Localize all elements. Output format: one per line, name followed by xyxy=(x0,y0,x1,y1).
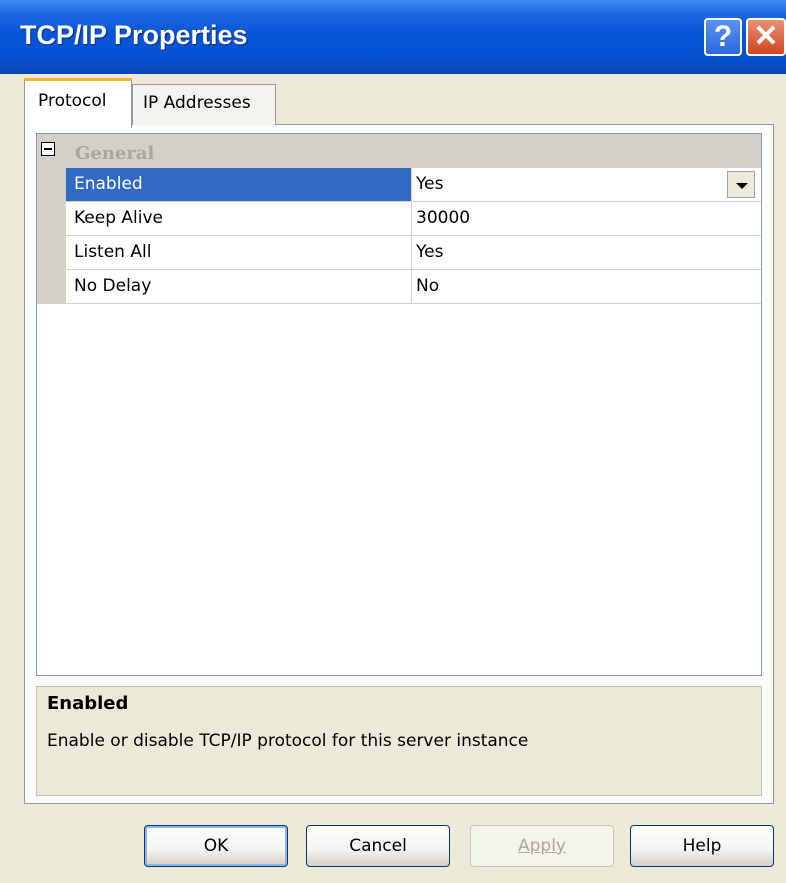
property-name: Keep Alive xyxy=(66,202,412,235)
category-label: General xyxy=(75,143,155,164)
ok-button[interactable]: OK xyxy=(144,825,288,867)
grid-gutter xyxy=(37,168,66,304)
property-name: No Delay xyxy=(66,270,412,303)
property-value-dropdown[interactable]: Yes xyxy=(413,168,761,201)
property-value: Yes xyxy=(416,174,444,194)
property-row-no-delay[interactable]: No Delay No xyxy=(66,270,761,304)
cancel-button[interactable]: Cancel xyxy=(306,825,450,867)
description-text: Enable or disable TCP/IP protocol for th… xyxy=(47,731,529,751)
help-question-icon[interactable]: ? xyxy=(704,18,742,56)
category-row-general[interactable]: General xyxy=(37,134,761,168)
close-icon[interactable]: ✕ xyxy=(746,18,786,56)
help-button[interactable]: Help xyxy=(630,825,774,867)
window-title: TCP/IP Properties xyxy=(20,20,248,50)
property-row-keep-alive[interactable]: Keep Alive 30000 xyxy=(66,202,761,236)
property-value[interactable]: Yes xyxy=(413,236,761,269)
title-bar[interactable]: TCP/IP Properties ? ✕ xyxy=(0,0,786,74)
tab-protocol-label: Protocol xyxy=(38,91,107,111)
dropdown-arrow-icon[interactable] xyxy=(727,171,755,198)
property-row-listen-all[interactable]: Listen All Yes xyxy=(66,236,761,270)
description-pane: Enabled Enable or disable TCP/IP protoco… xyxy=(36,686,762,796)
apply-button[interactable]: Apply xyxy=(470,825,614,867)
tab-ip-addresses[interactable]: IP Addresses xyxy=(132,84,276,125)
property-name: Listen All xyxy=(66,236,412,269)
property-value[interactable]: 30000 xyxy=(413,202,761,235)
property-value[interactable]: No xyxy=(413,270,761,303)
tab-protocol[interactable]: Protocol xyxy=(24,78,132,128)
tcpip-properties-dialog: TCP/IP Properties ? ✕ Protocol IP Addres… xyxy=(0,0,786,883)
collapse-icon[interactable] xyxy=(41,142,55,156)
property-name: Enabled xyxy=(66,168,412,201)
property-row-enabled[interactable]: Enabled Yes xyxy=(66,168,761,202)
property-grid: General Enabled Yes Keep Alive 30000 Lis… xyxy=(36,133,762,676)
description-title: Enabled xyxy=(47,693,129,714)
tab-ip-addresses-label: IP Addresses xyxy=(143,93,251,113)
